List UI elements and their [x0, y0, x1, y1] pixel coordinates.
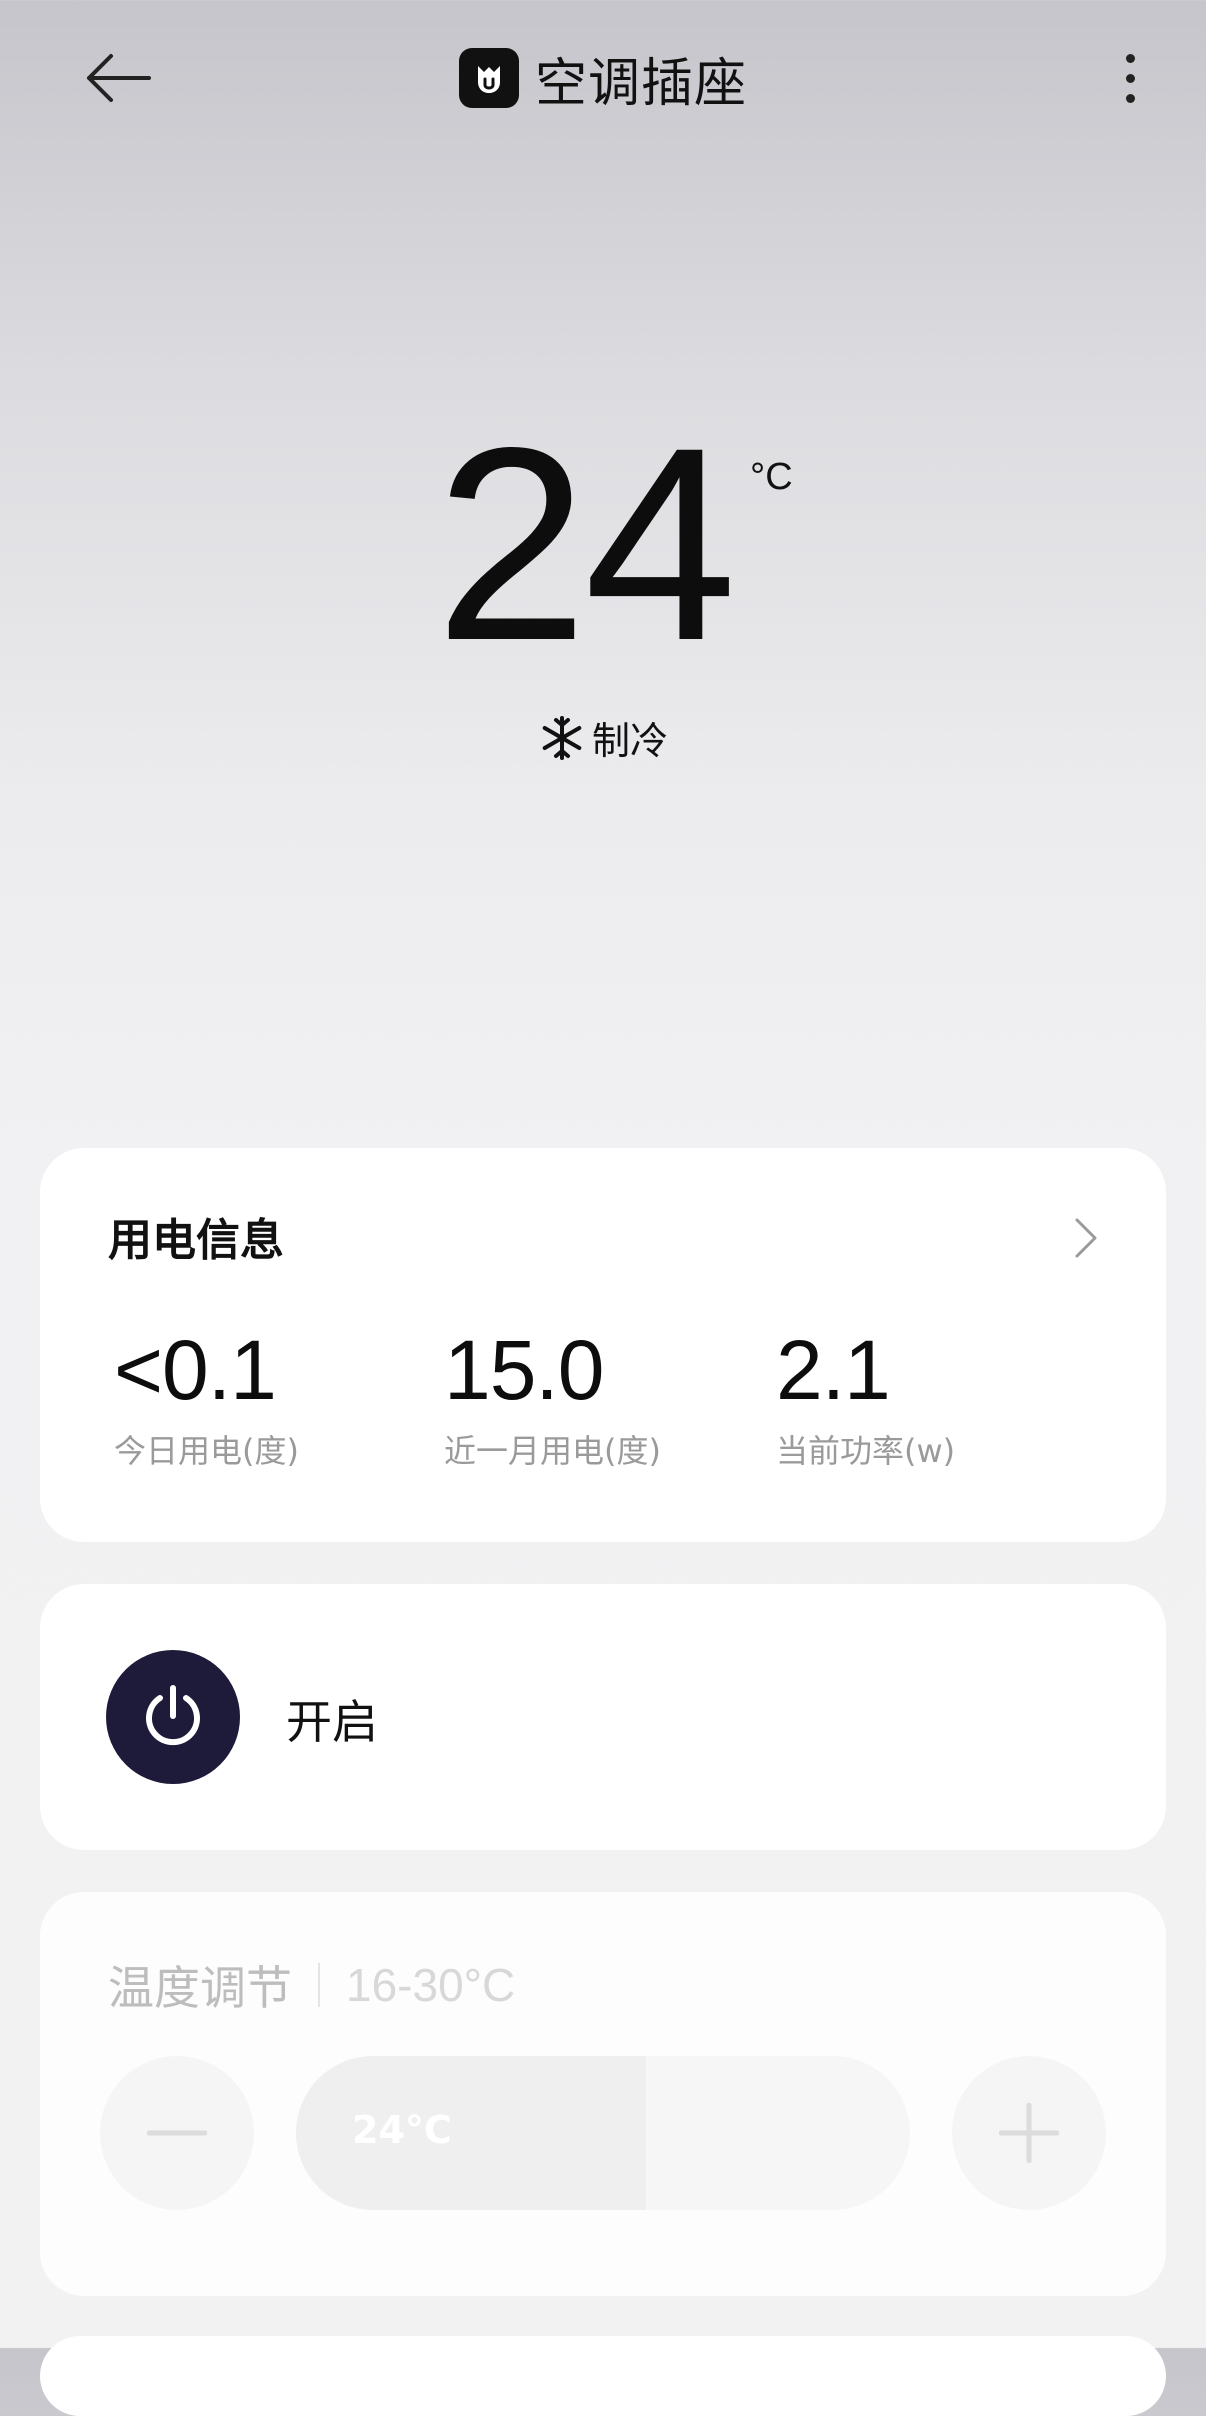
- temperature-slider-fill: [296, 2056, 646, 2210]
- power-usage-card[interactable]: 用电信息 <0.1 今日用电(度) 15.0 近一月用电(度) 2.1 当前功率…: [40, 1148, 1166, 1542]
- more-dot: [1125, 93, 1135, 103]
- temperature-control-card: 温度调节 16-30°C 24°C: [40, 1892, 1166, 2296]
- stat-today-label: 今日用电(度): [114, 1432, 299, 1470]
- stat-today-value: <0.1: [114, 1323, 277, 1417]
- top-bar: 空调插座: [0, 0, 1206, 160]
- next-card: [40, 2336, 1166, 2416]
- stat-power-label: 当前功率(w): [776, 1432, 956, 1470]
- more-dot: [1125, 73, 1135, 83]
- temperature-slider[interactable]: 24°C: [296, 2056, 910, 2210]
- stat-power: 2.1 当前功率(w): [776, 1328, 955, 1472]
- stat-month: 15.0 近一月用电(度): [444, 1328, 661, 1472]
- temperature-unit: °C: [750, 456, 793, 498]
- temperature-display: 24 °C: [0, 391, 1206, 698]
- chevron-right-icon: [1075, 1218, 1097, 1258]
- stat-power-value: 2.1: [776, 1323, 891, 1417]
- current-temperature: 24: [435, 391, 737, 698]
- power-toggle-button[interactable]: [106, 1650, 240, 1784]
- more-options-button[interactable]: [1100, 40, 1160, 116]
- temperature-range: 16-30°C: [346, 1959, 516, 2011]
- mode-label: 制冷: [591, 719, 668, 763]
- stat-month-label: 近一月用电(度): [444, 1432, 661, 1470]
- stat-today: <0.1 今日用电(度): [114, 1328, 299, 1472]
- stat-month-value: 15.0: [444, 1323, 604, 1417]
- title-divider: [318, 1963, 320, 2007]
- temperature-control-header: 温度调节 16-30°C: [108, 1952, 515, 2018]
- decrease-temperature-button[interactable]: [100, 2056, 254, 2210]
- mi-home-logo-icon: [458, 48, 519, 108]
- minus-icon: [147, 2130, 207, 2136]
- page-title: 空调插座: [534, 53, 747, 114]
- title-area: 空调插座: [0, 40, 1206, 116]
- temperature-slider-label: 24°C: [352, 2108, 452, 2152]
- power-usage-title: 用电信息: [108, 1215, 284, 1266]
- power-switch-card: 开启: [40, 1584, 1166, 1850]
- temperature-control-title: 温度调节: [108, 1961, 292, 2015]
- snowflake-icon: [538, 714, 586, 762]
- power-status-label: 开启: [286, 1695, 378, 1749]
- mode-indicator: 制冷: [0, 710, 1206, 765]
- power-icon: [146, 1685, 200, 1746]
- power-usage-detail-button[interactable]: [1066, 1208, 1106, 1268]
- plus-icon: [999, 2103, 1059, 2163]
- increase-temperature-button[interactable]: [952, 2056, 1106, 2210]
- more-vertical-icon: [1125, 53, 1135, 63]
